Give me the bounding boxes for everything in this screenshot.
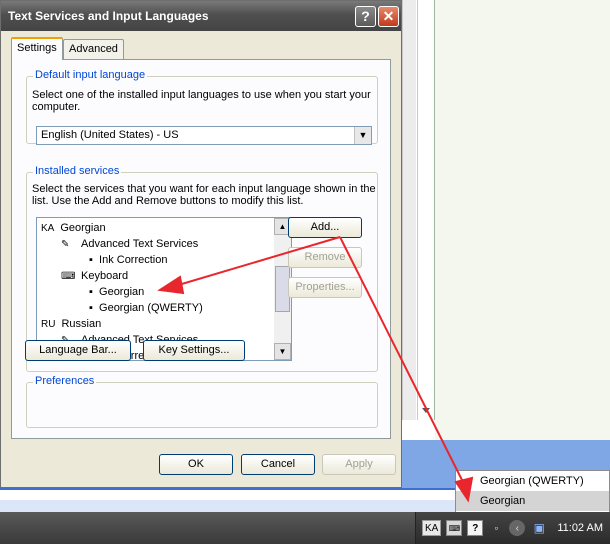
background-scroll-down-icon[interactable] (422, 408, 430, 413)
system-tray: KA ⌨ ? ▫ ‹ ▣ 11:02 AM (415, 512, 610, 544)
bullet: ▪ (89, 286, 100, 298)
menu-item-georgian-qwerty[interactable]: Georgian (QWERTY) (456, 471, 609, 491)
background-divider (417, 0, 418, 420)
default-language-label: Default input language (33, 69, 148, 81)
add-button[interactable]: Add... (288, 217, 362, 238)
language-bar-options-icon[interactable]: ▫ (488, 520, 504, 536)
help-icon[interactable]: ? (355, 6, 376, 27)
tree-item-georgian-qwerty[interactable]: ▪ Georgian (QWERTY) (89, 300, 203, 316)
help-icon[interactable]: ? (467, 520, 484, 536)
ok-button[interactable]: OK (159, 454, 233, 475)
cancel-button[interactable]: Cancel (241, 454, 315, 475)
scroll-down-icon[interactable]: ▼ (274, 343, 291, 360)
tree-item-ink-correction[interactable]: ▪ Ink Correction (89, 252, 168, 268)
installed-services-label: Installed services (33, 165, 122, 177)
clock[interactable]: 11:02 AM (557, 522, 603, 534)
default-language-group: Default input language Select one of the… (26, 69, 378, 145)
properties-button[interactable]: Properties... (288, 277, 362, 298)
text-services-icon: ✎ (61, 239, 70, 250)
default-language-value: English (United States) - US (41, 129, 179, 141)
language-bar-button[interactable]: Language Bar... (25, 340, 131, 361)
default-language-description: Select one of the installed input langua… (32, 89, 371, 113)
background-app-strip (0, 488, 455, 500)
language-badge: RU (41, 319, 56, 330)
tab-settings[interactable]: Settings (11, 37, 63, 60)
close-icon[interactable]: ✕ (378, 6, 399, 27)
default-language-select[interactable]: English (United States) - US ▼ (36, 126, 372, 145)
dialog-title: Text Services and Input Languages (8, 9, 209, 23)
chevron-down-icon[interactable]: ▼ (354, 127, 371, 144)
background-app-strip (0, 500, 455, 512)
tree-item-advanced-text-services[interactable]: ✎ Advanced Text Services (61, 236, 198, 252)
preferences-label: Preferences (33, 375, 97, 387)
keyboard-icon[interactable]: ⌨ (446, 520, 463, 536)
tree-item-georgian-lang[interactable]: KA Georgian (41, 220, 106, 236)
tree-item-keyboard[interactable]: ⌨ Keyboard (61, 268, 128, 284)
menu-item-georgian[interactable]: Georgian (456, 491, 609, 511)
preferences-group: Preferences (26, 375, 378, 428)
tree-item-georgian-keyboard[interactable]: ▪ Georgian (89, 284, 144, 300)
bullet: ▪ (89, 302, 100, 314)
background-panel (435, 0, 610, 440)
tab-advanced[interactable]: Advanced (63, 39, 124, 59)
language-badge: KA (41, 223, 55, 234)
background-divider (434, 0, 435, 420)
dialog-titlebar[interactable]: Text Services and Input Languages ? ✕ (1, 1, 401, 31)
language-popup-menu: Georgian (QWERTY) Georgian (455, 470, 610, 514)
background-scrollbar[interactable] (402, 0, 416, 420)
text-services-dialog: Text Services and Input Languages ? ✕ Se… (0, 0, 402, 488)
installed-services-description: Select the services that you want for ea… (32, 183, 376, 207)
apply-button[interactable]: Apply (322, 454, 396, 475)
tree-item-russian-lang[interactable]: RU Russian (41, 316, 101, 332)
keyboard-icon: ⌨ (61, 271, 76, 282)
chevron-left-icon[interactable]: ‹ (509, 520, 526, 536)
network-icon[interactable]: ▣ (530, 520, 548, 536)
bullet: ▪ (89, 254, 100, 266)
key-settings-button[interactable]: Key Settings... (143, 340, 245, 361)
language-indicator[interactable]: KA (422, 520, 442, 536)
remove-button[interactable]: Remove (288, 247, 362, 268)
